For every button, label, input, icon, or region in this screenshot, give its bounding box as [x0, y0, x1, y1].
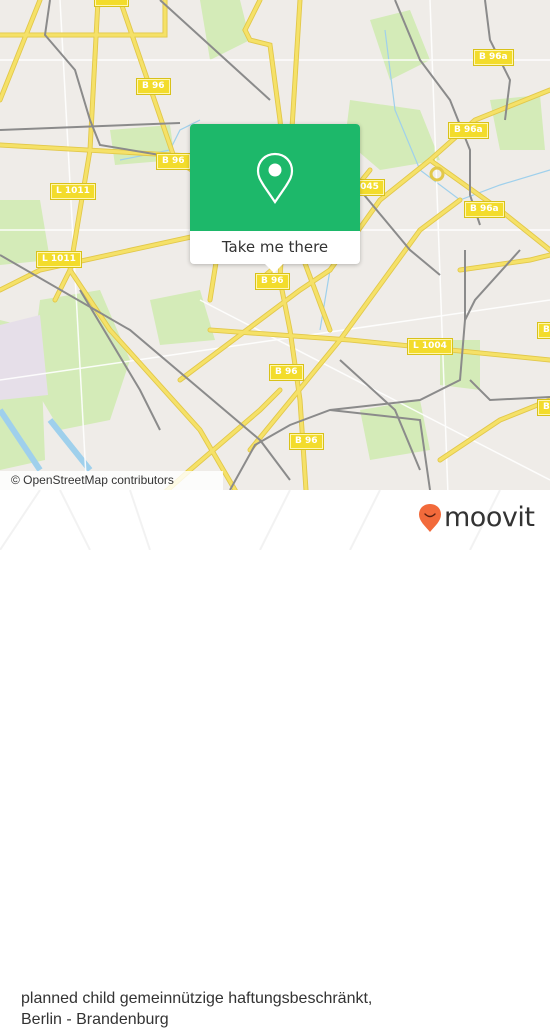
moovit-wordmark: moovit	[444, 502, 535, 533]
road-label: L 1011	[50, 183, 96, 200]
location-popup[interactable]: Take me there	[190, 124, 360, 273]
road-label: B 96	[94, 0, 129, 7]
road-label: L 1004	[407, 338, 453, 355]
road-label: B 96	[537, 322, 550, 339]
road-label: B 96	[255, 273, 290, 290]
major-road	[0, 0, 167, 37]
road-label: B 96a	[473, 49, 514, 66]
popup-header[interactable]	[190, 124, 360, 231]
moovit-pin-icon	[419, 504, 441, 532]
popup-pointer	[264, 263, 284, 273]
road-label: B 96a	[448, 122, 489, 139]
major-road	[0, 0, 42, 102]
railway	[359, 189, 441, 276]
road-label: L 1011	[36, 251, 82, 268]
place-name-line2: Berlin - Brandenburg	[21, 1011, 169, 1028]
road-label: B 96	[289, 433, 324, 450]
park-area	[150, 290, 215, 345]
place-name: planned child gemeinnützige haftungsbesc…	[21, 988, 372, 1030]
road-label: B 96	[269, 364, 304, 381]
map-pin-icon	[256, 152, 294, 204]
railway	[469, 379, 550, 402]
road-label: B 96	[537, 399, 550, 416]
map-canvas[interactable]: B 96 B 96 B 96 L 1011 L 1011 B 96 B 96a …	[0, 0, 550, 550]
map-attribution[interactable]: © OpenStreetMap contributors	[0, 471, 223, 490]
park-area	[370, 10, 430, 80]
place-name-line1: planned child gemeinnützige haftungsbesc…	[21, 990, 373, 1007]
railway	[464, 249, 521, 321]
industrial-area	[0, 315, 48, 400]
road-label: B 96	[156, 153, 191, 170]
moovit-logo[interactable]: moovit	[418, 502, 535, 533]
road-label: B 96	[136, 78, 171, 95]
road-label: B 96a	[464, 201, 505, 218]
take-me-there-button[interactable]: Take me there	[190, 231, 360, 264]
